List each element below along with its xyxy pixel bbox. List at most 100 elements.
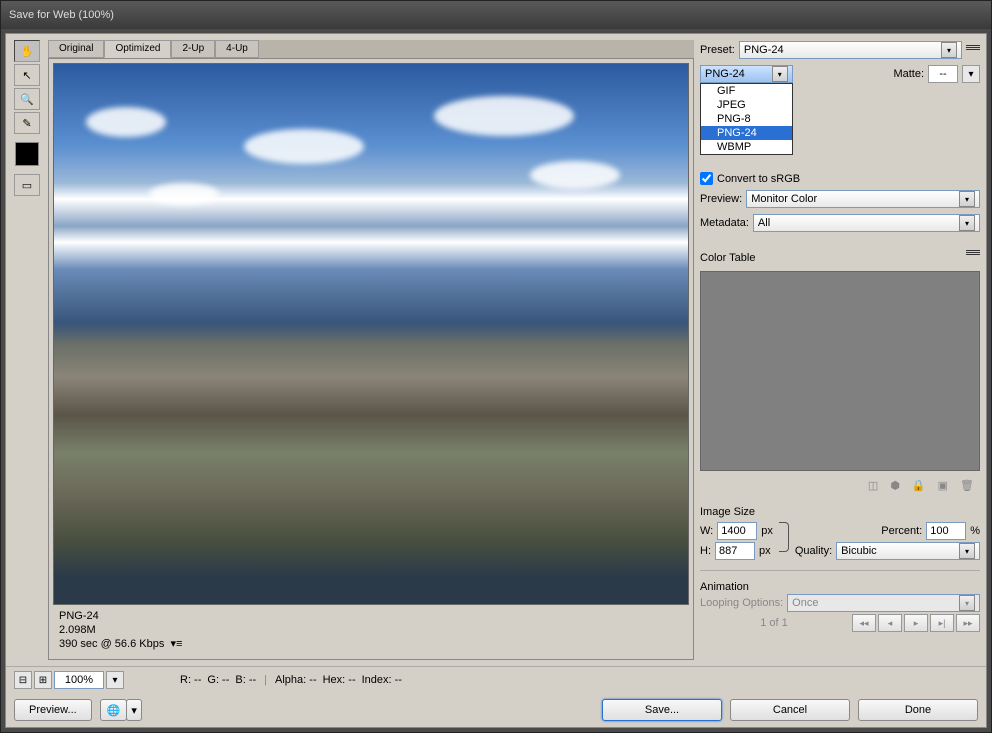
image-preview[interactable] <box>53 63 689 605</box>
chevron-down-icon: ▾ <box>959 543 975 559</box>
status-bar: ⊟ ⊞ ▾ R: -- G: -- B: -- | Alpha: -- Hex:… <box>6 666 986 693</box>
preview-download-time: 390 sec @ 56.6 Kbps <box>59 638 164 650</box>
color-table-flyout-menu[interactable] <box>966 250 980 260</box>
chevron-down-icon: ▾ <box>772 66 788 82</box>
browser-preview-button[interactable]: 🌐 <box>100 699 128 721</box>
animation-label: Animation <box>700 581 980 593</box>
preview-dropdown[interactable]: Monitor Color ▾ <box>746 190 980 208</box>
matte-dropdown-button[interactable]: ▾ <box>962 65 980 83</box>
toggle-slices-visibility[interactable]: ▭ <box>14 174 40 196</box>
format-option-png8[interactable]: PNG-8 <box>701 112 792 126</box>
preset-flyout-menu[interactable] <box>966 45 980 55</box>
save-for-web-dialog: Save for Web (100%) ✋ ↖ 🔍 ✎ ▭ Original O… <box>0 0 992 733</box>
titlebar[interactable]: Save for Web (100%) <box>1 1 991 29</box>
convert-srgb-label: Convert to sRGB <box>717 173 800 185</box>
metadata-value: All <box>758 217 770 229</box>
status-hex: Hex: -- <box>323 674 356 686</box>
zoom-out-button[interactable]: ⊟ <box>14 671 32 689</box>
first-frame-button[interactable]: ◂◂ <box>852 614 876 632</box>
next-frame-button[interactable]: ▸| <box>930 614 954 632</box>
preview-format: PNG-24 <box>59 609 683 623</box>
status-b: B: -- <box>235 674 256 686</box>
color-table-toolbar: ◫ ⬢ 🔒 ▣ 🗑 <box>700 475 980 496</box>
matte-label: Matte: <box>893 68 924 80</box>
image-size-label: Image Size <box>700 506 980 518</box>
chevron-down-icon: ▾ <box>941 42 957 58</box>
px-unit: px <box>759 545 771 557</box>
width-label: W: <box>700 525 713 537</box>
preview-value: Monitor Color <box>751 193 817 205</box>
format-option-jpeg[interactable]: JPEG <box>701 98 792 112</box>
quality-dropdown[interactable]: Bicubic ▾ <box>836 542 980 560</box>
pointer-icon: ↖ <box>22 69 31 82</box>
slice-select-tool[interactable]: ↖ <box>14 64 40 86</box>
percent-label: Percent: <box>881 525 922 537</box>
lock-color-icon[interactable]: 🔒 <box>912 479 926 492</box>
format-option-wbmp[interactable]: WBMP <box>701 140 792 154</box>
new-color-icon[interactable]: ▣ <box>938 479 948 492</box>
preview-column: Original Optimized 2-Up 4-Up PNG-24 <box>48 40 694 660</box>
hand-tool[interactable]: ✋ <box>14 40 40 62</box>
preview-button[interactable]: Preview... <box>14 699 92 721</box>
matte-swatch[interactable]: -- <box>928 65 958 83</box>
tools-column: ✋ ↖ 🔍 ✎ ▭ <box>12 40 42 660</box>
eyedropper-color-swatch[interactable] <box>15 142 39 166</box>
width-input[interactable] <box>717 522 757 540</box>
save-button[interactable]: Save... <box>602 699 722 721</box>
height-label: H: <box>700 545 711 557</box>
preview-menu-icon[interactable]: ▾≡ <box>170 638 182 650</box>
map-transparency-icon[interactable]: ◫ <box>868 479 878 492</box>
format-value: PNG-24 <box>705 68 745 80</box>
constrain-proportions-link[interactable] <box>779 522 789 552</box>
zoom-dropdown-button[interactable]: ▾ <box>106 671 124 689</box>
format-dropdown-list: GIF JPEG PNG-8 PNG-24 WBMP <box>700 83 793 155</box>
window-title: Save for Web (100%) <box>9 9 114 21</box>
format-option-png24[interactable]: PNG-24 <box>701 126 792 140</box>
zoom-input[interactable] <box>54 671 104 689</box>
preview-label: Preview: <box>700 193 742 205</box>
delete-color-icon[interactable]: 🗑 <box>960 479 974 492</box>
tab-4up[interactable]: 4-Up <box>215 40 259 58</box>
settings-column: Preset: PNG-24▾ PNG-24▾ GIF JPEG PNG-8 P… <box>700 40 980 660</box>
eyedropper-tool[interactable]: ✎ <box>14 112 40 134</box>
format-dropdown[interactable]: PNG-24▾ GIF JPEG PNG-8 PNG-24 WBMP <box>700 65 793 83</box>
play-button[interactable]: ▸ <box>904 614 928 632</box>
chevron-down-icon: ▾ <box>959 215 975 231</box>
done-button[interactable]: Done <box>858 699 978 721</box>
browser-preview-dropdown[interactable]: ▾ <box>126 699 142 721</box>
metadata-dropdown[interactable]: All ▾ <box>753 214 980 232</box>
quality-label: Quality: <box>795 545 832 557</box>
looping-value: Once <box>792 597 818 609</box>
height-input[interactable] <box>715 542 755 560</box>
prev-frame-button[interactable]: ◂ <box>878 614 902 632</box>
eyedropper-icon: ✎ <box>22 117 31 130</box>
preset-dropdown[interactable]: PNG-24▾ <box>739 41 962 59</box>
preset-label: Preset: <box>700 44 735 56</box>
convert-srgb-checkbox[interactable] <box>700 172 713 185</box>
shift-websafe-icon[interactable]: ⬢ <box>890 479 900 492</box>
magnifier-icon: 🔍 <box>20 93 34 106</box>
looping-dropdown: Once ▾ <box>787 594 980 612</box>
px-unit: px <box>761 525 773 537</box>
tab-original[interactable]: Original <box>48 40 104 58</box>
hand-icon: ✋ <box>20 45 34 58</box>
status-index: Index: -- <box>362 674 402 686</box>
format-option-gif[interactable]: GIF <box>701 84 792 98</box>
zoom-in-button[interactable]: ⊞ <box>34 671 52 689</box>
cancel-button[interactable]: Cancel <box>730 699 850 721</box>
percent-input[interactable] <box>926 522 966 540</box>
color-table <box>700 271 980 471</box>
color-table-label: Color Table <box>700 252 755 264</box>
looping-label: Looping Options: <box>700 597 783 609</box>
last-frame-button[interactable]: ▸▸ <box>956 614 980 632</box>
frame-indicator: 1 of 1 <box>700 617 848 629</box>
status-alpha: Alpha: -- <box>275 674 317 686</box>
chevron-down-icon: ▾ <box>959 191 975 207</box>
matte-value: -- <box>939 68 946 80</box>
zoom-tool[interactable]: 🔍 <box>14 88 40 110</box>
tab-optimized[interactable]: Optimized <box>104 40 171 58</box>
quality-value: Bicubic <box>841 545 876 557</box>
percent-unit: % <box>970 525 980 537</box>
chevron-down-icon: ▾ <box>959 595 975 611</box>
tab-2up[interactable]: 2-Up <box>171 40 215 58</box>
